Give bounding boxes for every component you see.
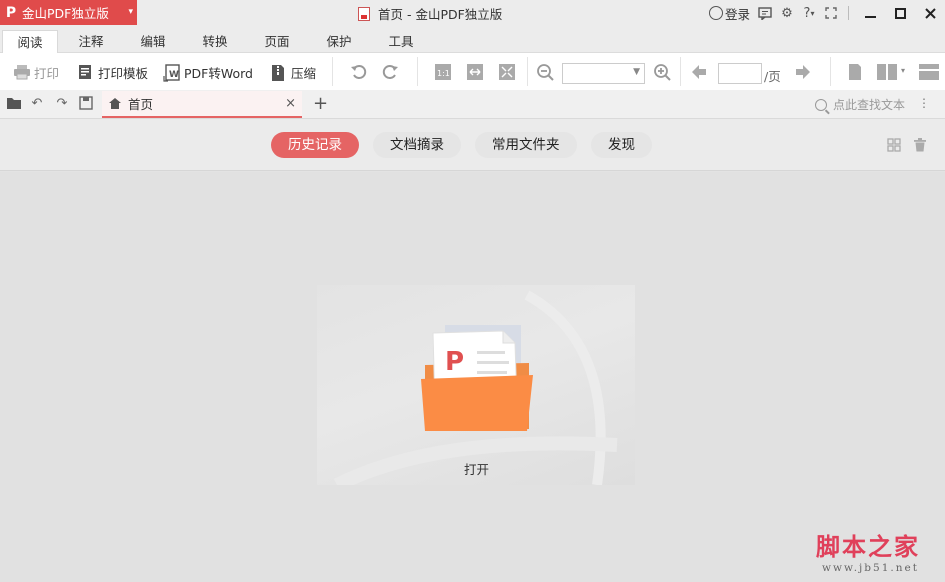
pdf-to-word-button[interactable]: W PDF转Word — [163, 62, 253, 82]
template-icon — [77, 64, 93, 80]
zoom-in-icon[interactable] — [653, 63, 671, 81]
print-button[interactable]: 打印 — [13, 62, 59, 82]
more-options-icon[interactable]: ⋮ — [918, 96, 930, 110]
open-label: 打开 — [464, 462, 490, 477]
actual-size-icon[interactable]: 1:1 — [434, 63, 452, 81]
tab-protect[interactable]: 保护 — [311, 30, 367, 53]
toolbar-divider — [830, 57, 831, 86]
watermark-url: www.jb51.net — [822, 562, 919, 574]
new-tab-button[interactable]: + — [313, 93, 328, 114]
home-icon — [109, 98, 121, 109]
rotate-right-icon[interactable] — [381, 63, 399, 81]
svg-text:1:1: 1:1 — [437, 69, 450, 78]
message-icon[interactable] — [754, 2, 776, 24]
two-page-icon[interactable] — [876, 63, 898, 81]
find-text-input[interactable]: 点此查找文本 — [815, 96, 905, 113]
print-label: 打印 — [34, 65, 60, 81]
svg-text:W: W — [169, 70, 179, 80]
delete-icon[interactable] — [913, 138, 927, 152]
nav-common-folders[interactable]: 常用文件夹 — [475, 132, 577, 158]
chevron-down-icon[interactable]: ▾ — [901, 66, 905, 75]
tab-convert[interactable]: 转换 — [187, 30, 243, 53]
svg-text:P: P — [445, 347, 464, 377]
app-logo-icon: P — [5, 4, 17, 21]
help-icon[interactable]: ? ▾ — [798, 2, 820, 24]
previous-page-icon[interactable] — [690, 63, 708, 81]
close-button[interactable] — [915, 0, 945, 26]
save-icon[interactable] — [78, 96, 94, 112]
fit-width-icon[interactable] — [466, 63, 484, 81]
pdf-file-icon — [358, 6, 370, 21]
zip-icon — [270, 64, 286, 81]
undo-icon[interactable]: ↶ — [29, 96, 45, 112]
help-label: ? — [803, 5, 811, 21]
tab-home[interactable]: 首页 × — [102, 91, 302, 118]
tab-edit[interactable]: 编辑 — [125, 30, 181, 53]
title-actions: 登录 ⚙ ? ▾ — [708, 0, 945, 26]
ribbon-toolbar: 打印 打印模板 W PDF转Word 压缩 1:1 ▼ /页 ▾ — [0, 53, 945, 90]
print-template-button[interactable]: 打印模板 — [77, 62, 148, 82]
continuous-scroll-icon[interactable] — [918, 63, 940, 81]
tab-tools[interactable]: 工具 — [373, 30, 429, 53]
single-page-icon[interactable] — [846, 63, 864, 81]
find-placeholder: 点此查找文本 — [833, 98, 906, 112]
open-folder-illustration: P — [333, 290, 618, 485]
tab-page[interactable]: 页面 — [249, 30, 305, 53]
page-number-input[interactable] — [718, 63, 762, 84]
chevron-down-icon: ▼ — [633, 67, 640, 77]
redo-icon[interactable]: ↷ — [54, 96, 70, 112]
toolbar-divider — [527, 57, 528, 86]
title-bar: P 金山PDF独立版 ▾ 首页 - 金山PDF独立版 登录 ⚙ ? ▾ — [0, 0, 945, 26]
zoom-select[interactable]: ▼ — [562, 63, 645, 84]
nav-doc-excerpts[interactable]: 文档摘录 — [373, 132, 461, 158]
login-button[interactable]: 登录 — [708, 4, 750, 23]
minimize-button[interactable] — [855, 0, 885, 26]
user-icon — [708, 6, 723, 20]
nav-discover[interactable]: 发现 — [591, 132, 652, 158]
fit-page-icon[interactable] — [498, 63, 516, 81]
tab-annotate[interactable]: 注释 — [63, 30, 119, 53]
divider — [848, 6, 849, 20]
tab-read[interactable]: 阅读 — [2, 30, 58, 53]
page-suffix: /页 — [764, 69, 781, 84]
toolbar-divider — [332, 57, 333, 86]
settings-icon[interactable]: ⚙ — [776, 2, 798, 24]
app-name: 金山PDF独立版 — [22, 6, 109, 21]
open-folder-icon[interactable] — [6, 96, 22, 112]
watermark-text: 脚本之家 — [816, 532, 920, 561]
home-nav: 历史记录 文档摘录 常用文件夹 发现 — [0, 119, 945, 171]
window-title-text: 首页 - 金山PDF独立版 — [378, 7, 503, 22]
close-tab-icon[interactable]: × — [285, 96, 296, 111]
rotate-left-icon[interactable] — [350, 63, 368, 81]
grid-view-icon[interactable] — [887, 138, 901, 152]
pdf-to-word-label: PDF转Word — [184, 65, 253, 81]
tab-label: 首页 — [128, 97, 154, 112]
word-convert-icon: W — [163, 64, 180, 82]
open-file-card[interactable]: P — [317, 285, 635, 485]
zoom-out-icon[interactable] — [536, 63, 554, 81]
toolbar-divider — [680, 57, 681, 86]
printer-icon — [13, 64, 30, 80]
compress-label: 压缩 — [291, 65, 317, 81]
window-title: 首页 - 金山PDF独立版 — [358, 4, 502, 23]
compress-button[interactable]: 压缩 — [270, 62, 316, 82]
watermark: 脚本之家 www.jb51.net — [816, 527, 920, 574]
toolbar-divider — [417, 57, 418, 86]
fullscreen-icon[interactable] — [820, 2, 842, 24]
menu-bar: 阅读 注释 编辑 转换 页面 保护 工具 — [0, 26, 945, 53]
login-label: 登录 — [724, 6, 750, 22]
next-page-icon[interactable] — [794, 63, 812, 81]
search-icon — [815, 98, 827, 111]
caret-down-icon: ▾ — [128, 7, 133, 17]
document-tab-strip: ↶ ↷ 首页 × + 点此查找文本 ⋮ — [0, 90, 945, 119]
nav-history[interactable]: 历史记录 — [271, 132, 359, 158]
app-menu-button[interactable]: P 金山PDF独立版 ▾ — [0, 0, 137, 25]
print-template-label: 打印模板 — [98, 65, 149, 81]
maximize-button[interactable] — [885, 0, 915, 26]
home-content: P 打开 — [0, 172, 945, 582]
